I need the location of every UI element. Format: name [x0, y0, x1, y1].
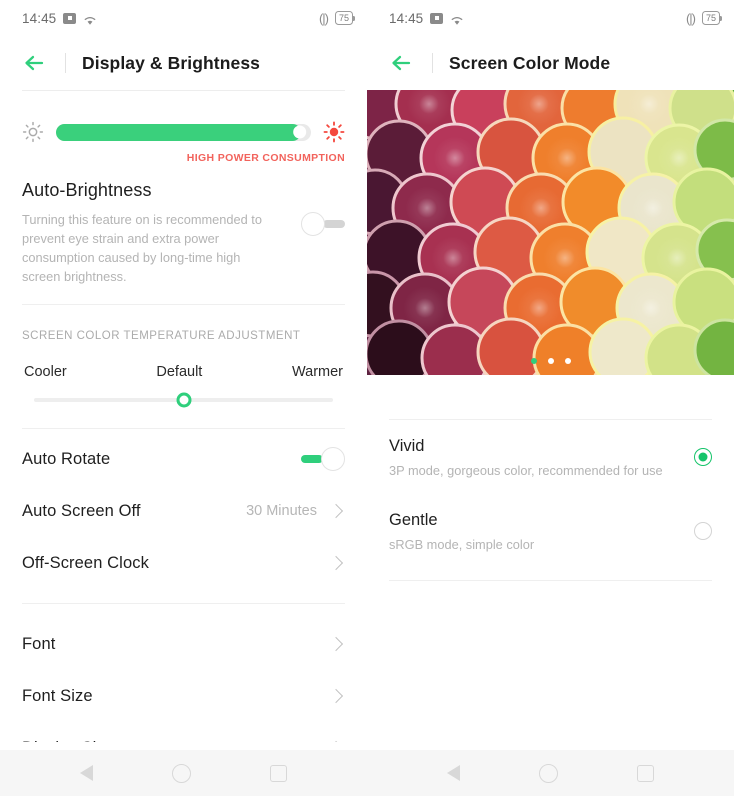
nav-back-icon[interactable]: [446, 765, 460, 781]
back-arrow-icon[interactable]: [389, 51, 413, 75]
temp-label-warmer: Warmer: [291, 364, 343, 380]
title-divider: [65, 53, 66, 73]
color-temperature-labels: Cooler Default Warmer: [0, 364, 367, 380]
radio-gentle[interactable]: [694, 522, 712, 540]
option-vivid[interactable]: Vivid 3P mode, gorgeous color, recommend…: [367, 420, 734, 494]
temp-label-cooler: Cooler: [24, 364, 67, 380]
nav-back-icon[interactable]: [79, 765, 93, 781]
row-label: Auto Screen Off: [22, 501, 141, 520]
auto-brightness-block[interactable]: Auto-Brightness Turning this feature on …: [0, 180, 367, 286]
status-bar-right-group: (|) 75: [685, 10, 723, 26]
row-label: Off-Screen Clock: [22, 553, 149, 572]
brightness-slider-fill: [56, 123, 301, 141]
navigation-bar-right: [367, 750, 734, 796]
toggle-track: [301, 455, 323, 463]
auto-brightness-toggle[interactable]: [301, 212, 345, 236]
bottom-fade: [0, 742, 367, 750]
divider-options: [389, 580, 712, 581]
row-font-size[interactable]: Font Size: [0, 670, 367, 722]
status-bar-left: 14:45 (|) 75: [0, 0, 367, 36]
temp-label-default: Default: [156, 364, 203, 380]
nav-home-icon[interactable]: [171, 763, 191, 783]
brightness-slider-thumb[interactable]: [292, 125, 306, 139]
media-icon: [63, 12, 77, 24]
brightness-slider-row: [0, 121, 367, 143]
page-title: Display & Brightness: [82, 52, 261, 73]
status-bar-left-group: 14:45: [22, 11, 319, 26]
row-label: Font Size: [22, 686, 93, 705]
row-off-screen-clock[interactable]: Off-Screen Clock: [0, 537, 367, 589]
option-description: 3P mode, gorgeous color, recommended for…: [389, 462, 663, 478]
auto-rotate-toggle[interactable]: [301, 447, 345, 471]
brightness-slider[interactable]: [56, 123, 311, 141]
toggle-knob: [321, 447, 345, 471]
option-text: Vivid 3P mode, gorgeous color, recommend…: [389, 437, 694, 478]
back-arrow-icon[interactable]: [22, 51, 46, 75]
wifi-icon: [450, 13, 464, 25]
chevron-right-icon: [328, 636, 344, 652]
carousel-dot-2[interactable]: [547, 358, 554, 364]
title-bar-right: Screen Color Mode: [367, 36, 734, 90]
wifi-icon: [83, 13, 97, 25]
option-description: sRGB mode, simple color: [389, 536, 535, 552]
row-label: Auto Rotate: [22, 449, 111, 468]
vibrate-icon: (|): [685, 10, 696, 26]
right-phone-screen: 14:45 (|) 75 Screen Color Mode Vivid 3P …: [367, 0, 734, 796]
option-gentle[interactable]: Gentle sRGB mode, simple color: [367, 494, 734, 568]
auto-brightness-title: Auto-Brightness: [22, 180, 152, 200]
page-title: Screen Color Mode: [449, 52, 611, 73]
divider-1: [22, 304, 345, 305]
row-value: 30 Minutes: [246, 503, 317, 519]
navigation-bar-left: [0, 750, 367, 796]
nav-recents-icon[interactable]: [637, 764, 655, 782]
citrus-slices-rainbow: [367, 90, 734, 375]
auto-brightness-text: Auto-Brightness Turning this feature on …: [22, 180, 301, 286]
status-time: 14:45: [389, 10, 424, 26]
radio-vivid[interactable]: [694, 448, 712, 466]
divider-3: [22, 603, 345, 604]
title-divider: [432, 53, 433, 73]
color-temperature-slider[interactable]: [0, 392, 367, 408]
color-mode-preview-image: [367, 90, 734, 375]
status-bar-left-group: 14:45: [389, 11, 686, 26]
row-auto-rotate[interactable]: Auto Rotate: [0, 433, 367, 485]
option-title: Gentle: [389, 510, 438, 529]
title-bar-left: Display & Brightness: [0, 36, 367, 90]
option-title: Vivid: [389, 436, 425, 455]
toggle-track: [323, 220, 345, 228]
option-text: Gentle sRGB mode, simple color: [389, 511, 694, 552]
carousel-dot-3[interactable]: [564, 358, 571, 364]
nav-home-icon[interactable]: [538, 763, 558, 783]
chevron-right-icon: [328, 555, 344, 571]
auto-brightness-description: Turning this feature on is recommended t…: [22, 212, 262, 284]
vibrate-icon: (|): [318, 10, 329, 26]
media-icon: [430, 12, 444, 24]
chevron-right-icon: [328, 688, 344, 704]
color-temperature-section-label: SCREEN COLOR TEMPERATURE ADJUSTMENT: [22, 330, 301, 342]
carousel-dots[interactable]: [530, 358, 571, 364]
nav-recents-icon[interactable]: [270, 764, 288, 782]
status-bar-right-group: (|) 75: [318, 10, 356, 26]
status-time: 14:45: [22, 10, 57, 26]
status-bar-right: 14:45 (|) 75: [367, 0, 734, 36]
chevron-right-icon: [328, 503, 344, 519]
sun-bright-icon: [323, 121, 345, 143]
sun-dim-icon: [22, 121, 44, 143]
color-temperature-thumb[interactable]: [176, 392, 191, 408]
battery-indicator: 75: [701, 11, 723, 25]
color-temperature-track: [34, 392, 333, 408]
divider-2: [22, 428, 345, 429]
left-phone-screen: 14:45 (|) 75 Display & Brightness HIGH P…: [0, 0, 367, 796]
row-auto-screen-off[interactable]: Auto Screen Off 30 Minutes: [0, 485, 367, 537]
toggle-knob: [301, 212, 325, 236]
battery-indicator: 75: [334, 11, 356, 25]
dual-screenshot-container: 14:45 (|) 75 Display & Brightness HIGH P…: [0, 0, 734, 796]
carousel-dot-1[interactable]: [530, 358, 537, 364]
header-rule: [22, 90, 345, 91]
high-power-warning: HIGH POWER CONSUMPTION: [186, 152, 345, 164]
row-label: Font: [22, 634, 56, 653]
row-font[interactable]: Font: [0, 618, 367, 670]
